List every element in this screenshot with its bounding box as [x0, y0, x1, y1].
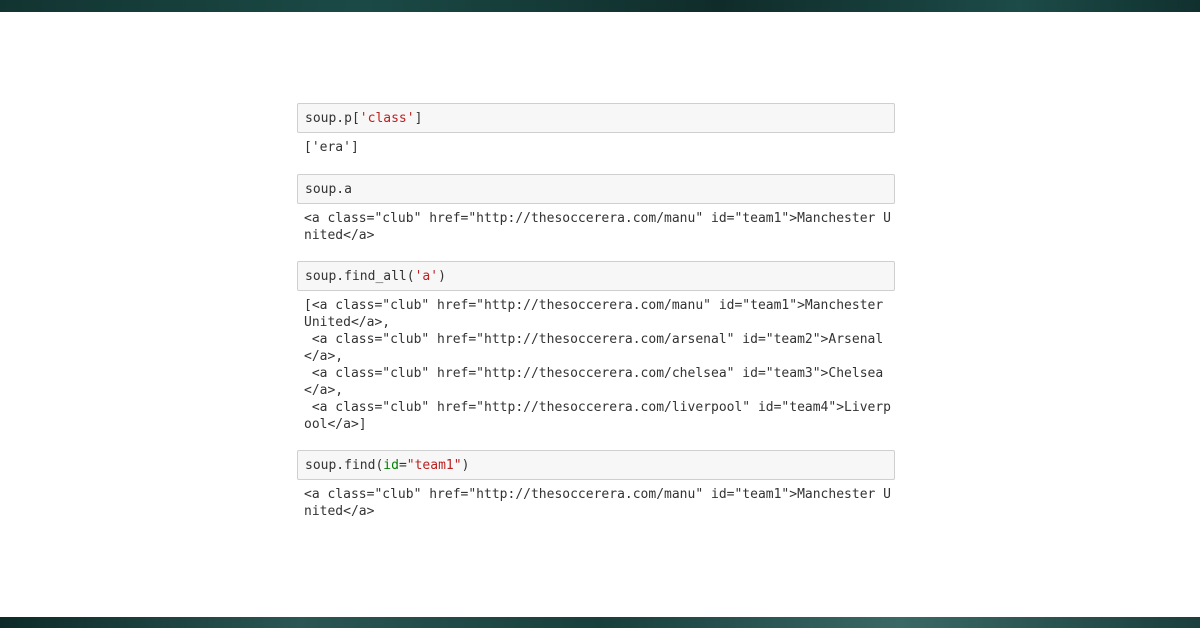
code-text: soup.p[ [305, 111, 360, 126]
code-text: = [398, 458, 407, 473]
code-output-3: [<a class="club" href="http://thesoccere… [304, 298, 891, 432]
code-text: soup.find_all( [305, 269, 415, 284]
background-top-strip [0, 0, 1200, 12]
keyword-argument: id [383, 458, 399, 473]
code-text: ] [414, 111, 423, 126]
code-cell-1: soup.p['class'] ['era'] [297, 103, 895, 174]
code-cell-2: soup.a <a class="club" href="http://thes… [297, 174, 895, 261]
background-bottom-strip [0, 617, 1200, 628]
code-input-4[interactable]: soup.find(id="team1") [297, 450, 895, 480]
code-output-1: ['era'] [304, 140, 359, 155]
code-output-4: <a class="club" href="http://thesoccerer… [304, 487, 891, 519]
code-text: soup.find( [305, 458, 384, 473]
string-literal: 'class' [359, 111, 415, 126]
string-literal: 'a' [414, 269, 439, 284]
code-cell-3: soup.find_all('a') [<a class="club" href… [297, 261, 895, 450]
code-output-2: <a class="club" href="http://thesoccerer… [304, 211, 891, 243]
code-text: ) [461, 458, 470, 473]
code-text: soup.a [305, 182, 352, 197]
code-cell-4: soup.find(id="team1") <a class="club" hr… [297, 450, 895, 530]
code-text: ) [438, 269, 446, 284]
code-input-2[interactable]: soup.a [297, 174, 895, 204]
string-literal: "team1" [406, 458, 462, 473]
code-input-3[interactable]: soup.find_all('a') [297, 261, 895, 291]
notebook: soup.p['class'] ['era'] soup.a <a class=… [297, 103, 895, 530]
code-input-1[interactable]: soup.p['class'] [297, 103, 895, 133]
